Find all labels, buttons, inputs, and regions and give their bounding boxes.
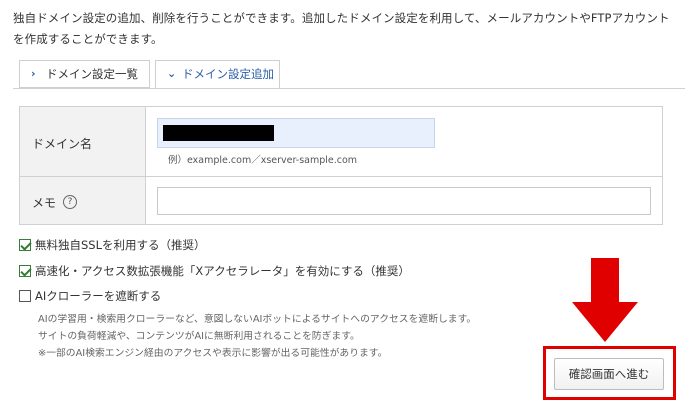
tab-domain-add-label: ドメイン設定追加 <box>182 67 274 81</box>
intro-line-1: 独自ドメイン設定の追加、削除を行うことができます。追加したドメイン設定を利用して… <box>13 11 670 25</box>
free-ssl-checkbox[interactable] <box>19 239 31 251</box>
intro-text: 独自ドメイン設定の追加、削除を行うことができます。追加したドメイン設定を利用して… <box>13 8 693 50</box>
x-accelerator-label[interactable]: 高速化・アクセス数拡張機能「Xアクセラレータ」を有効にする（推奨） <box>35 264 410 278</box>
chevron-down-icon: ⌄ <box>167 67 177 80</box>
confirm-button[interactable]: 確認画面へ進む <box>554 358 664 390</box>
domain-example: 例）example.com／xserver-sample.com <box>168 155 358 166</box>
row-divider <box>20 176 662 177</box>
intro-line-2: を作成することができます。 <box>13 32 163 46</box>
block-ai-crawler-checkbox[interactable] <box>19 290 31 302</box>
tab-domain-add[interactable]: ⌄ ドメイン設定追加 <box>155 60 280 89</box>
domain-input[interactable] <box>157 118 435 148</box>
free-ssl-label[interactable]: 無料独自SSLを利用する（推奨） <box>35 238 206 252</box>
help-icon[interactable]: ? <box>63 195 77 209</box>
block-ai-crawler-label[interactable]: AIクローラーを遮断する <box>35 289 161 303</box>
memo-input[interactable] <box>157 187 651 215</box>
chevron-right-icon: › <box>31 67 36 80</box>
tab-domain-list-label: ドメイン設定一覧 <box>46 67 138 81</box>
down-arrow-icon <box>572 258 638 342</box>
ai-crawler-note-1: AIの学習用・検索用クローラーなど、意図しないAIボットによるサイトへのアクセス… <box>38 314 477 325</box>
x-accelerator-checkbox[interactable] <box>19 265 31 277</box>
tab-domain-list[interactable]: › ドメイン設定一覧 <box>19 60 150 88</box>
ai-crawler-note-3: ※一部のAI検索エンジン経由のアクセスや表示に影響が出る可能性があります。 <box>38 348 388 359</box>
tab-divider <box>13 88 685 89</box>
ai-crawler-note-2: サイトの負荷軽減や、コンテンツがAIに無断利用されることを防ぎます。 <box>38 331 360 342</box>
domain-form: ドメイン名 メモ ? 例）example.com／xserver-sample.… <box>19 106 663 225</box>
redacted-domain-value <box>163 125 274 141</box>
memo-label: メモ <box>32 196 57 210</box>
domain-label: ドメイン名 <box>32 137 93 151</box>
